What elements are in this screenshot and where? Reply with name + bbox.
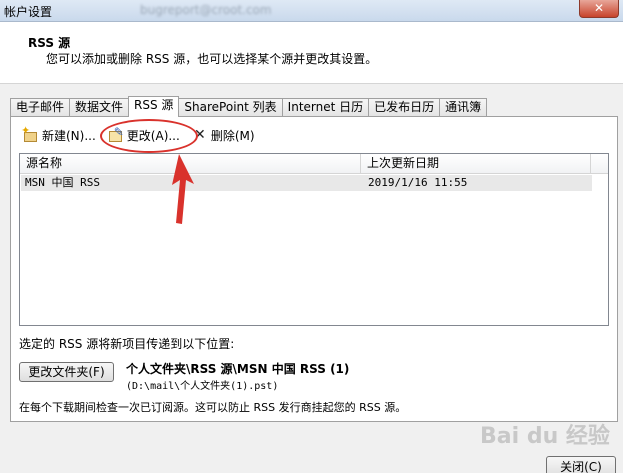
window-title: 帐户设置 (4, 5, 53, 19)
title-bar: 帐户设置 bugreport@croot.com ✕ (0, 0, 623, 22)
dialog-header: RSS 源 您可以添加或删除 RSS 源，也可以选择某个源并更改其设置。 (0, 22, 623, 84)
dialog-body: 电子邮件 数据文件 RSS 源 SharePoint 列表 Internet 日… (0, 84, 623, 473)
delivery-location-label: 选定的 RSS 源将新项目传递到以下位置: (19, 337, 235, 351)
tab-strip: 电子邮件 数据文件 RSS 源 SharePoint 列表 Internet 日… (10, 96, 488, 117)
annotation-highlight-ellipse (100, 119, 198, 153)
tab-data-files[interactable]: 数据文件 (69, 98, 130, 117)
feed-list-header: 源名称 上次更新日期 (20, 154, 608, 174)
baidu-watermark: Bai du 经验 (480, 424, 610, 449)
new-feed-label: 新建(N)... (42, 128, 96, 143)
table-row[interactable]: MSN 中国 RSS 2019/1/16 11:55 (21, 175, 592, 191)
new-feed-button[interactable]: ✦ 新建(N)... (21, 124, 98, 144)
new-feed-icon: ✦ (21, 124, 39, 143)
feed-updated-cell: 2019/1/16 11:55 (368, 176, 468, 189)
feed-list[interactable]: 源名称 上次更新日期 MSN 中国 RSS 2019/1/16 11:55 (19, 153, 609, 326)
tab-email[interactable]: 电子邮件 (10, 98, 71, 117)
annotation-arrow-icon (172, 154, 194, 224)
delete-feed-label: 删除(M) (210, 128, 255, 143)
section-title: RSS 源 (28, 36, 71, 50)
section-description: 您可以添加或删除 RSS 源，也可以选择某个源并更改其设置。 (46, 52, 378, 66)
change-folder-button[interactable]: 更改文件夹(F) (19, 362, 114, 382)
delivery-file-path: (D:\mail\个人文件夹(1).pst) (126, 381, 279, 392)
rss-tab-panel: ✦ 新建(N)... ✎ 更改(A)... ✕ 删除(M) 源名称 上次更新日期 (10, 116, 618, 422)
subscription-note: 在每个下载期间检查一次已订阅源。这可以防止 RSS 发行商挂起您的 RSS 源。 (19, 401, 407, 414)
window-close-button[interactable]: ✕ (579, 0, 619, 18)
column-header-filler (591, 154, 608, 174)
tab-rss-feeds[interactable]: RSS 源 (128, 96, 180, 117)
close-dialog-button[interactable]: 关闭(C) (546, 456, 616, 473)
delete-feed-button[interactable]: ✕ 删除(M) (190, 126, 257, 144)
delivery-folder-path: 个人文件夹\RSS 源\MSN 中国 RSS (1) (126, 362, 350, 376)
tab-sharepoint-lists[interactable]: SharePoint 列表 (178, 98, 283, 117)
tab-published-calendars[interactable]: 已发布日历 (368, 98, 441, 117)
tab-address-books[interactable]: 通讯簿 (439, 98, 488, 117)
account-email-blurred: bugreport@croot.com (140, 3, 272, 17)
column-header-last-updated[interactable]: 上次更新日期 (361, 154, 591, 174)
tab-internet-calendars[interactable]: Internet 日历 (281, 98, 370, 117)
